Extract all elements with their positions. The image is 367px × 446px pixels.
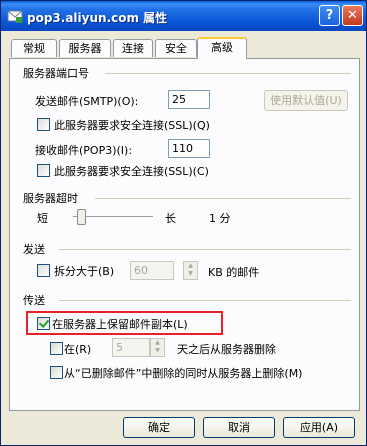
- ports-group-title: 服务器端口号: [23, 67, 89, 80]
- timeout-value-label: 1 分: [209, 212, 231, 225]
- remove-when-deleted-checkbox[interactable]: [50, 366, 63, 379]
- timeout-group-title: 服务器超时: [23, 192, 78, 205]
- smtp-ssl-label: 此服务器要求安全连接(SSL)(Q): [54, 119, 210, 132]
- pop3-port-label: 接收邮件(POP3)(I):: [35, 144, 133, 157]
- tab-servers[interactable]: 服务器: [59, 39, 111, 57]
- remove-after-checkbox[interactable]: [50, 342, 63, 355]
- delivery-group-title: 传送: [23, 294, 45, 307]
- split-size-unit: KB 的邮件: [208, 266, 260, 279]
- tab-advanced[interactable]: 高级: [197, 37, 247, 59]
- pop3-ssl-label: 此服务器要求安全连接(SSL)(C): [54, 165, 209, 178]
- timeout-divider: [95, 198, 351, 199]
- split-size-spinner[interactable]: ▲ ▼: [183, 261, 198, 280]
- apply-button[interactable]: 应用(A): [283, 417, 355, 438]
- pop3-ssl-checkbox[interactable]: [37, 164, 50, 177]
- timeout-long-label: 长: [165, 212, 176, 225]
- tab-connection[interactable]: 连接: [113, 39, 153, 57]
- smtp-port-input[interactable]: 25: [168, 90, 210, 109]
- properties-dialog: pop3.aliyun.com 属性 ? ✕ 常规 服务器 连接 安全 高级 服…: [0, 0, 367, 446]
- split-size-input[interactable]: 60: [130, 261, 174, 280]
- close-button[interactable]: ✕: [342, 5, 363, 26]
- highlight-box: [26, 311, 223, 335]
- send-group-title: 发送: [23, 243, 45, 256]
- title-bar[interactable]: pop3.aliyun.com 属性 ? ✕: [1, 1, 366, 31]
- tab-strip: 常规 服务器 连接 安全 高级: [9, 37, 361, 59]
- window-title: pop3.aliyun.com 属性: [27, 11, 168, 25]
- use-default-button[interactable]: 使用默认值(U): [264, 90, 348, 111]
- tab-security[interactable]: 安全: [155, 39, 197, 57]
- remove-after-prefix: 在(R): [64, 343, 92, 356]
- timeout-slider-thumb[interactable]: [77, 209, 86, 225]
- help-button[interactable]: ?: [319, 5, 340, 26]
- remove-after-days-spinner[interactable]: ▲ ▼: [150, 338, 165, 357]
- cancel-button[interactable]: 取消: [203, 417, 275, 438]
- remove-after-days-input[interactable]: 5: [112, 338, 150, 357]
- smtp-port-label: 发送邮件(SMTP)(O):: [35, 95, 139, 108]
- mail-account-icon: [7, 10, 23, 23]
- split-message-checkbox[interactable]: [37, 264, 50, 277]
- pop3-port-input[interactable]: 110: [168, 139, 210, 158]
- ports-divider: [105, 73, 351, 74]
- smtp-ssl-checkbox[interactable]: [37, 118, 50, 131]
- ok-button[interactable]: 确定: [123, 417, 195, 438]
- tab-general[interactable]: 常规: [11, 39, 57, 57]
- remove-when-deleted-label: 从“已删除邮件”中删除的同时从服务器上删除(M): [64, 367, 303, 380]
- remove-after-suffix: 天之后从服务器删除: [177, 343, 276, 356]
- send-divider: [59, 249, 351, 250]
- delivery-divider: [59, 300, 351, 301]
- timeout-short-label: 短: [37, 212, 48, 225]
- split-message-label: 拆分大于(B): [54, 265, 115, 278]
